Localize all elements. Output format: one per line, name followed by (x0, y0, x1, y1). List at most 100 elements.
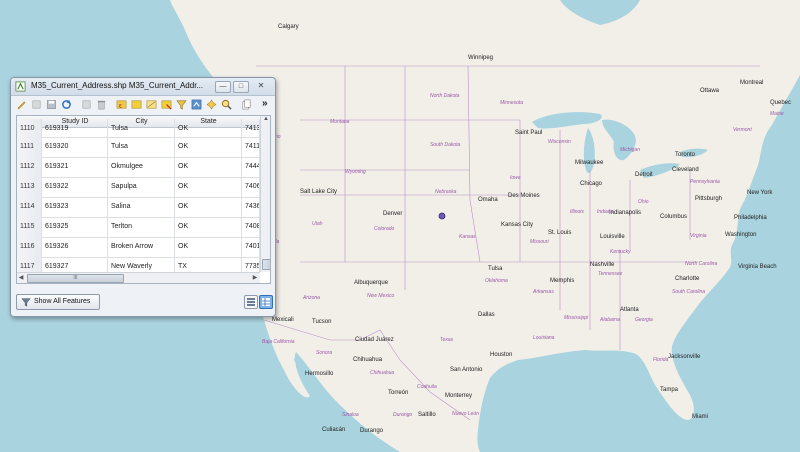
region-label: Kansas (459, 234, 476, 240)
cell-city[interactable]: Terlton (108, 217, 175, 237)
region-label: Nuevo León (452, 411, 479, 417)
city-label: Charlotte (675, 276, 700, 282)
cell-city[interactable]: Sapulpa (108, 177, 175, 197)
cell-study-id[interactable]: 619320 (42, 137, 108, 157)
cell-study-id[interactable]: 619319 (42, 119, 108, 137)
multi-edit-icon[interactable] (31, 99, 42, 110)
cell-city[interactable]: Tulsa (108, 137, 175, 157)
horizontal-scroll-thumb[interactable]: III (27, 274, 124, 283)
toggle-edit-icon[interactable] (16, 99, 27, 110)
row-number[interactable]: 1112 (17, 157, 42, 177)
city-label: Milwaukee (575, 160, 604, 166)
copy-icon[interactable] (241, 99, 252, 110)
table-view-button[interactable] (259, 295, 273, 309)
region-label: Iowa (510, 175, 521, 181)
table-row[interactable]: 1115 619325 Terlton OK 7408 (17, 217, 260, 238)
city-label: Ciudad Juárez (355, 337, 394, 343)
vertical-scroll-thumb[interactable] (262, 259, 270, 270)
attribute-table[interactable]: Study ID City State 1110 619319 Tulsa OK 741… (16, 115, 271, 284)
invert-selection-icon[interactable] (146, 99, 157, 110)
form-view-button[interactable] (244, 295, 258, 309)
city-label: Pittsburgh (695, 196, 723, 202)
select-by-expression-icon[interactable]: ε (116, 99, 127, 110)
cell-state[interactable]: OK (175, 157, 242, 177)
table-row[interactable]: 1110 619319 Tulsa OK 7413 (17, 119, 260, 138)
qgis-table-icon (15, 81, 26, 92)
reload-icon[interactable] (61, 99, 72, 110)
cell-zip[interactable]: 7444 (242, 157, 260, 177)
cell-state[interactable]: OK (175, 197, 242, 217)
table-row[interactable]: 1116 619326 Broken Arrow OK 7401 (17, 237, 260, 258)
horizontal-scrollbar[interactable]: ◀ III ▶ (17, 272, 260, 283)
region-label: Georgia (635, 317, 653, 323)
show-all-features-button[interactable]: Show All Features (16, 294, 100, 310)
city-label: Mexicali (272, 317, 294, 323)
city-label: Atlanta (620, 307, 639, 313)
cell-city[interactable]: Broken Arrow (108, 237, 175, 257)
city-label: Denver (383, 211, 403, 217)
pan-to-selection-icon[interactable] (206, 99, 217, 110)
cell-city[interactable]: Tulsa (108, 119, 175, 137)
row-number[interactable]: 1111 (17, 137, 42, 157)
region-label: Wisconsin (548, 139, 571, 145)
cell-state[interactable]: OK (175, 177, 242, 197)
delete-feature-icon[interactable] (96, 99, 107, 110)
city-label: Hermosillo (305, 371, 334, 377)
region-label: South Dakota (430, 142, 461, 148)
region-label: Michigan (620, 147, 641, 153)
save-edits-icon[interactable] (46, 99, 57, 110)
table-row[interactable]: 1111 619320 Tulsa OK 7411 (17, 137, 260, 158)
deselect-all-icon[interactable] (161, 99, 172, 110)
cell-zip[interactable]: 7401 (242, 237, 260, 257)
region-label: North Dakota (430, 93, 460, 99)
row-number[interactable]: 1114 (17, 197, 42, 217)
city-label: St. Louis (548, 230, 572, 236)
region-label: Sonora (316, 350, 333, 356)
region-label: Alabama (600, 317, 620, 323)
cell-zip[interactable]: 7436 (242, 197, 260, 217)
table-row[interactable]: 1113 619322 Sapulpa OK 7406 (17, 177, 260, 198)
cell-study-id[interactable]: 619323 (42, 197, 108, 217)
city-label: Albuquerque (354, 280, 389, 286)
cell-city[interactable]: Salina (108, 197, 175, 217)
city-label: New York (747, 190, 773, 196)
zoom-to-selection-icon[interactable] (221, 99, 232, 110)
vertical-scrollbar[interactable]: ▲ (260, 116, 270, 272)
cell-zip[interactable]: 7408 (242, 217, 260, 237)
cell-study-id[interactable]: 619325 (42, 217, 108, 237)
cell-city[interactable]: Okmulgee (108, 157, 175, 177)
region-label: South Carolina (672, 289, 706, 295)
attribute-toolbar: ε » (11, 97, 275, 114)
table-row[interactable]: 1112 619321 Okmulgee OK 7444 (17, 157, 260, 178)
city-label: Monterrey (445, 393, 473, 399)
row-number[interactable]: 1110 (17, 119, 42, 137)
scroll-left-arrow[interactable]: ◀ (17, 273, 25, 283)
filter-icon[interactable] (176, 99, 187, 110)
cell-study-id[interactable]: 619326 (42, 237, 108, 257)
cell-study-id[interactable]: 619322 (42, 177, 108, 197)
cell-state[interactable]: OK (175, 217, 242, 237)
cell-study-id[interactable]: 619321 (42, 157, 108, 177)
cell-zip[interactable]: 7413 (242, 119, 260, 137)
attribute-table-window[interactable]: M35_Current_Address.shp M35_Current_Addr… (10, 77, 276, 317)
scroll-right-arrow[interactable]: ▶ (251, 273, 259, 283)
toolbar-overflow-button[interactable]: » (262, 98, 268, 109)
window-titlebar[interactable]: M35_Current_Address.shp M35_Current_Addr… (11, 78, 275, 96)
cell-zip[interactable]: 7406 (242, 177, 260, 197)
table-row[interactable]: 1114 619323 Salina OK 7436 (17, 197, 260, 218)
select-all-icon[interactable] (131, 99, 142, 110)
cell-state[interactable]: OK (175, 137, 242, 157)
add-feature-icon[interactable] (81, 99, 92, 110)
cell-state[interactable]: OK (175, 119, 242, 137)
close-button[interactable]: ✕ (255, 81, 267, 91)
scroll-up-arrow[interactable]: ▲ (262, 116, 270, 124)
row-number[interactable]: 1115 (17, 217, 42, 237)
row-number[interactable]: 1113 (17, 177, 42, 197)
cell-zip[interactable]: 7411 (242, 137, 260, 157)
maximize-button[interactable]: □ (233, 81, 249, 93)
region-label: Illinois (570, 209, 584, 215)
minimize-button[interactable]: — (215, 81, 231, 93)
cell-state[interactable]: OK (175, 237, 242, 257)
row-number[interactable]: 1116 (17, 237, 42, 257)
move-selection-to-top-icon[interactable] (191, 99, 202, 110)
